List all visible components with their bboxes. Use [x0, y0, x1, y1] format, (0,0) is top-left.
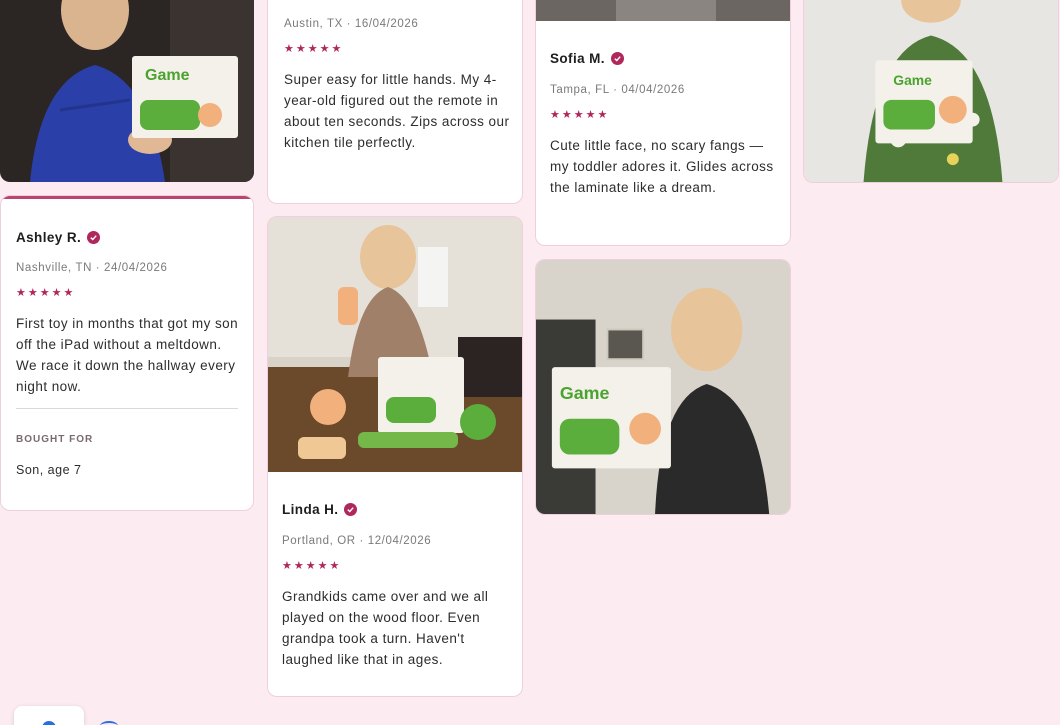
review-meta: Austin, TX · 16/04/2026	[284, 18, 419, 30]
bought-for-value: Son, age 7	[16, 463, 82, 477]
review-photo-blue-sweater[interactable]: Game	[0, 0, 254, 182]
photo-image: Game	[536, 260, 790, 514]
review-photo-floral-dress[interactable]: Game	[803, 0, 1059, 183]
star-icon: ★	[585, 109, 596, 121]
verified-check-icon	[610, 52, 624, 65]
review-photo-sofia[interactable]	[536, 0, 790, 21]
review-meta: Portland, OR · 12/04/2026	[282, 535, 432, 547]
box-brand-text: Game	[145, 67, 190, 84]
bought-for-label: BOUGHT FOR	[16, 434, 94, 445]
star-icon: ★	[597, 109, 608, 121]
star-icon: ★	[573, 109, 584, 121]
box-brand-text: Game	[893, 72, 932, 88]
review-photo-black-top[interactable]: Game	[535, 259, 791, 515]
wifi-icon	[100, 721, 118, 725]
review-meta: Tampa, FL · 04/04/2026	[550, 84, 685, 96]
star-icon: ★	[317, 560, 328, 572]
star-rating: ★ ★ ★ ★ ★	[282, 561, 339, 572]
star-icon: ★	[27, 287, 38, 299]
card-accent-bar	[1, 196, 253, 199]
star-icon: ★	[282, 560, 292, 572]
star-icon: ★	[329, 560, 340, 572]
star-rating: ★ ★ ★ ★ ★	[550, 110, 607, 121]
verified-check-icon	[344, 503, 358, 516]
card-divider	[16, 408, 238, 409]
star-icon: ★	[63, 287, 74, 299]
reviewer-name: Ashley R.	[16, 230, 82, 245]
star-icon: ★	[331, 43, 342, 55]
star-icon: ★	[305, 560, 316, 572]
review-meta: Nashville, TN · 24/04/2026	[16, 262, 168, 274]
review-text: Super easy for little hands. My 4-year-o…	[284, 72, 510, 150]
reviewer-name: Linda H.	[282, 502, 339, 517]
reviewer-name: Sofia M.	[550, 51, 605, 66]
star-icon: ★	[319, 43, 330, 55]
review-card-ashley: Ashley R. Nashville, TN · 24/04/2026 ★ ★…	[0, 195, 254, 511]
box-brand-text: Game	[560, 383, 610, 403]
star-icon: ★	[39, 287, 50, 299]
photo-image	[268, 217, 522, 472]
star-icon: ★	[51, 287, 62, 299]
review-text: Grandkids came over and we all played on…	[282, 589, 489, 667]
photo-image: Game	[804, 0, 1058, 182]
review-text: First toy in months that got my son off …	[16, 316, 239, 394]
star-icon: ★	[284, 43, 294, 55]
review-card-austin: Austin, TX · 16/04/2026 ★ ★ ★ ★ ★ Super …	[267, 0, 523, 204]
star-icon: ★	[307, 43, 318, 55]
photo-image	[536, 0, 790, 21]
review-photo-linda[interactable]	[268, 217, 522, 472]
star-icon: ★	[293, 560, 304, 572]
star-rating: ★ ★ ★ ★ ★	[284, 44, 341, 55]
star-icon: ★	[16, 287, 26, 299]
photo-image: Game	[0, 0, 254, 182]
review-card-linda: Linda H. Portland, OR · 12/04/2026 ★ ★ ★…	[267, 216, 523, 697]
star-icon: ★	[295, 43, 306, 55]
verified-check-icon	[87, 231, 101, 244]
star-rating: ★ ★ ★ ★ ★	[16, 288, 73, 299]
star-icon: ★	[550, 109, 560, 121]
review-text: Cute little face, no scary fangs — my to…	[550, 138, 774, 195]
star-icon: ★	[561, 109, 572, 121]
review-card-sofia: Sofia M. Tampa, FL · 04/04/2026 ★ ★ ★ ★ …	[535, 0, 791, 246]
